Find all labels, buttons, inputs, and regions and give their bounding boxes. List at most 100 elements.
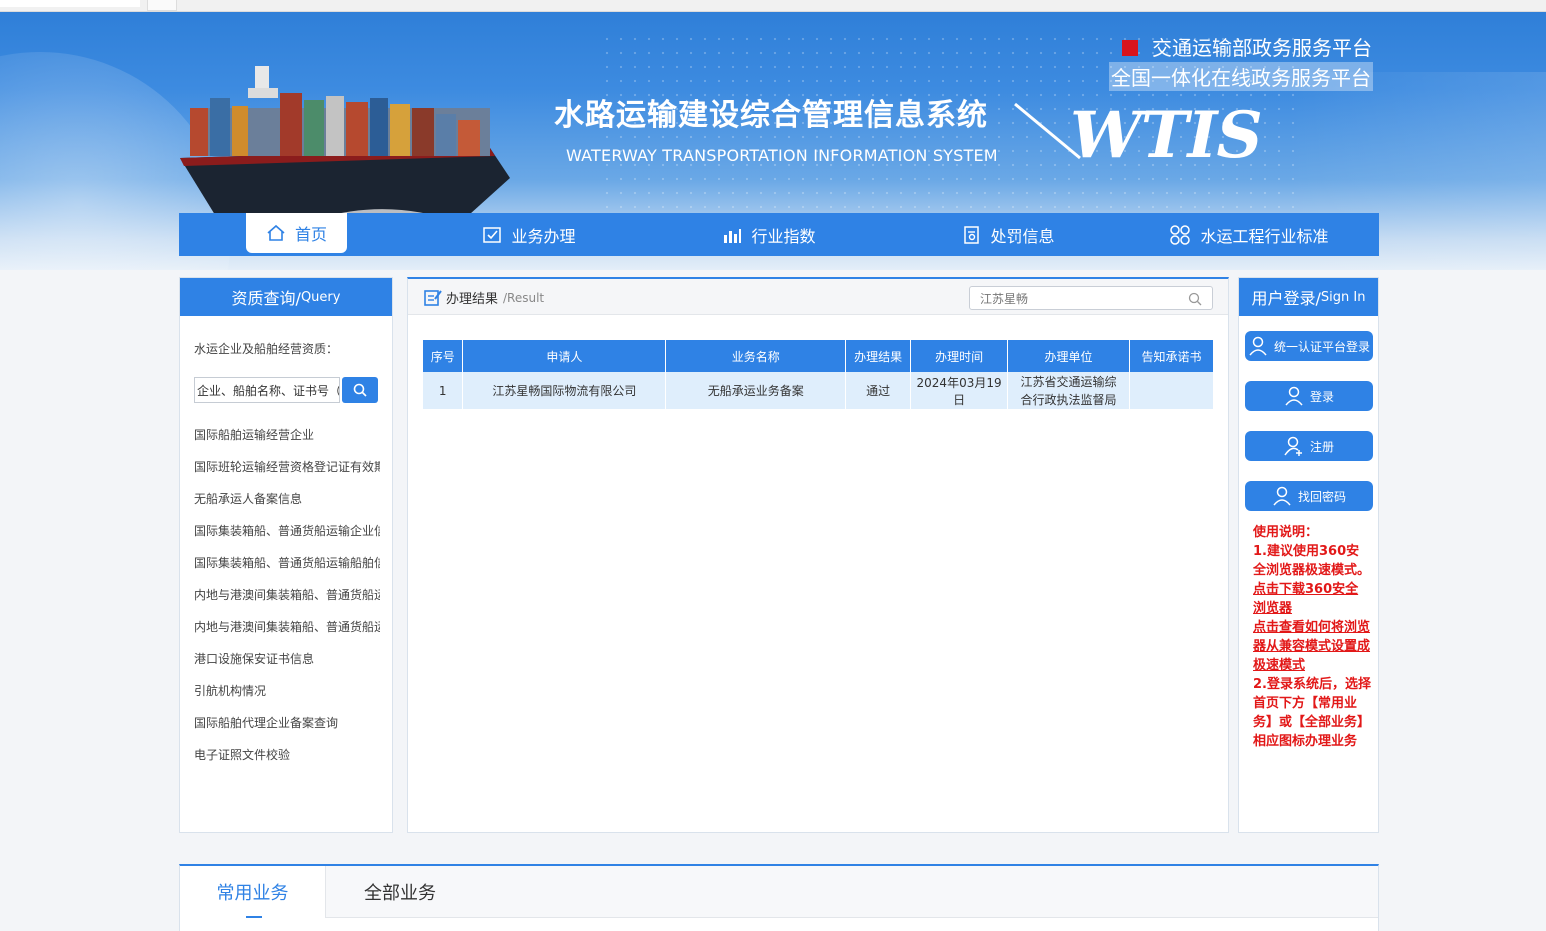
- add-user-icon: [1284, 436, 1302, 456]
- cell-unit: 江苏省交通运输综 合行政执法监督局: [1007, 372, 1130, 409]
- usage-notes: 使用说明： 1.建议使用360安全浏览器极速模式。 点击下载360安全浏览器 点…: [1253, 523, 1371, 751]
- col-no: 序号: [423, 340, 464, 372]
- search-icon[interactable]: [1188, 292, 1202, 306]
- national-platform-link[interactable]: 全国一体化在线政务服务平台: [1109, 62, 1373, 91]
- col-time: 办理时间: [910, 340, 1009, 372]
- unified-login-button[interactable]: 统一认证平台登录: [1245, 331, 1373, 361]
- cell-result: 通过: [845, 372, 912, 409]
- container-ship-image: [180, 66, 510, 226]
- nav-home-label: 首页: [294, 225, 327, 244]
- result-title-en: /Result: [503, 290, 545, 305]
- tab-all-business[interactable]: 全部业务: [326, 866, 474, 918]
- result-table: 序号 申请人 业务名称 办理结果 办理时间 办理单位 告知承诺书 1 江苏星畅国…: [423, 340, 1215, 409]
- query-panel-header: 资质查询/Query: [180, 278, 392, 316]
- business-tabs-panel: 常用业务 全部业务: [179, 864, 1379, 931]
- nav-home[interactable]: 首页: [246, 213, 347, 253]
- active-tab-indicator: [246, 916, 262, 918]
- result-topbar: 办理结果/Result 江苏星畅: [408, 279, 1228, 315]
- nav-standards-label: 水运工程行业标准: [1200, 226, 1329, 246]
- howto-link[interactable]: 点击查看如何将浏览器从兼容模式设置成极速模式: [1253, 620, 1370, 673]
- result-title-text: 办理结果: [446, 292, 499, 307]
- login-label: 登录: [1309, 389, 1334, 404]
- query-item[interactable]: 内地与港澳间集装箱船、普通货船运输: [194, 617, 380, 649]
- nav-index-label: 行业指数: [751, 226, 816, 246]
- cell-letter[interactable]: [1129, 372, 1215, 409]
- cell-unit-line1: 江苏省交通运输综: [1020, 374, 1117, 389]
- note-2: 2.登录系统后，选择首页下方【常用业务】或【全部业务】相应图标办理业务: [1253, 677, 1371, 749]
- query-item[interactable]: 国际班轮运输经营资格登记证有效期: [194, 457, 380, 489]
- register-button[interactable]: 注册: [1245, 431, 1373, 461]
- main-nav: 首页 业务办理 行业指数 处罚信息 水运工程行业标准: [179, 213, 1379, 256]
- table-header-row: 序号 申请人 业务名称 办理结果 办理时间 办理单位 告知承诺书: [423, 340, 1215, 372]
- col-unit: 办理单位: [1007, 340, 1130, 372]
- nav-business[interactable]: 业务办理: [469, 213, 589, 256]
- home-icon: [267, 224, 285, 241]
- browser-tab-strip: [0, 0, 1546, 12]
- nav-standards[interactable]: 水运工程行业标准: [1159, 213, 1339, 256]
- download-browser-link[interactable]: 点击下载360安全浏览器: [1253, 582, 1358, 616]
- query-panel: 资质查询/Query 水运企业及船舶经营资质： 企业、船舶名称、证书号（ 国际船…: [179, 277, 393, 833]
- result-title: 办理结果/Result: [424, 288, 544, 307]
- nav-penalty[interactable]: 处罚信息: [949, 213, 1069, 256]
- edit-document-icon: [424, 289, 442, 306]
- query-caption: 水运企业及船舶经营资质：: [194, 342, 339, 356]
- note-1: 1.建议使用360安全浏览器极速模式。: [1253, 544, 1371, 578]
- recover-password-button[interactable]: 找回密码: [1245, 481, 1373, 511]
- wtis-logo: WTIS: [1070, 98, 1263, 173]
- user-icon: [1273, 486, 1291, 506]
- system-subtitle: WATERWAY TRANSPORTATION INFORMATION SYST…: [566, 146, 998, 165]
- col-result: 办理结果: [845, 340, 912, 372]
- col-applicant: 申请人: [462, 340, 667, 372]
- query-search-button[interactable]: [342, 377, 378, 403]
- result-search-value: 江苏星畅: [980, 291, 1029, 306]
- login-title-en: Sign In: [1320, 289, 1366, 305]
- col-business: 业务名称: [665, 340, 847, 372]
- result-search-input[interactable]: 江苏星畅: [969, 286, 1213, 310]
- query-item[interactable]: 港口设施保安证书信息: [194, 649, 380, 681]
- recover-password-label: 找回密码: [1297, 489, 1346, 504]
- user-icon: [1285, 386, 1303, 406]
- tab-common-label: 常用业务: [216, 883, 289, 904]
- nav-business-label: 业务办理: [511, 226, 576, 246]
- query-item[interactable]: 内地与港澳间集装箱船、普通货船运输: [194, 585, 380, 617]
- login-title: 用户登录/: [1251, 289, 1321, 308]
- bar-chart-icon: [724, 228, 742, 243]
- nav-index[interactable]: 行业指数: [709, 213, 829, 256]
- browser-tab[interactable]: [0, 0, 140, 7]
- login-panel: 用户登录/Sign In 统一认证平台登录 登录 注册 找回密码 使用说明： 1…: [1238, 277, 1379, 833]
- cell-no: 1: [423, 372, 464, 409]
- red-square-icon: [1122, 40, 1138, 56]
- tab-all-label: 全部业务: [364, 883, 436, 904]
- query-item[interactable]: 国际船舶代理企业备案查询: [194, 713, 380, 745]
- query-title: 资质查询/: [231, 289, 301, 308]
- register-label: 注册: [1309, 439, 1334, 454]
- cell-time: 2024年03月19日: [910, 372, 1009, 409]
- tab-common-business[interactable]: 常用业务: [180, 866, 326, 918]
- gov-platform-link[interactable]: 交通运输部政务服务平台: [1122, 32, 1372, 61]
- query-item[interactable]: 电子证照文件校验: [194, 745, 380, 777]
- query-item[interactable]: 国际集装箱船、普通货船运输船舶信息: [194, 553, 380, 585]
- search-icon: [353, 383, 367, 397]
- unified-login-label: 统一认证平台登录: [1273, 339, 1370, 354]
- query-item[interactable]: 国际船舶运输经营企业: [194, 425, 380, 457]
- business-tabs: 常用业务 全部业务: [180, 866, 1378, 918]
- document-search-icon: [964, 225, 980, 244]
- query-item[interactable]: 无船承运人备案信息: [194, 489, 380, 521]
- result-panel: 办理结果/Result 江苏星畅 序号 申请人 业务名称 办理结果 办理时间 办…: [407, 277, 1229, 833]
- query-list: 国际船舶运输经营企业 国际班轮运输经营资格登记证有效期 无船承运人备案信息 国际…: [194, 425, 380, 777]
- query-item[interactable]: 引航机构情况: [194, 681, 380, 713]
- user-icon: [1249, 336, 1267, 356]
- cell-business: 无船承运业务备案: [665, 372, 847, 409]
- nav-penalty-label: 处罚信息: [990, 226, 1055, 246]
- gov-line1-text: 交通运输部政务服务平台: [1152, 36, 1372, 60]
- query-search-input[interactable]: 企业、船舶名称、证书号（: [194, 377, 340, 403]
- browser-new-tab[interactable]: [147, 0, 177, 11]
- cell-applicant[interactable]: 江苏星畅国际物流有限公司: [462, 372, 667, 409]
- login-button[interactable]: 登录: [1245, 381, 1373, 411]
- query-title-en: Query: [300, 289, 341, 305]
- col-letter: 告知承诺书: [1129, 340, 1215, 372]
- cell-unit-line2: 合行政执法监督局: [1020, 392, 1117, 407]
- query-item[interactable]: 国际集装箱船、普通货船运输企业信息: [194, 521, 380, 553]
- login-panel-header: 用户登录/Sign In: [1239, 278, 1378, 316]
- table-row[interactable]: 1 江苏星畅国际物流有限公司 无船承运业务备案 通过 2024年03月19日 江…: [423, 372, 1215, 409]
